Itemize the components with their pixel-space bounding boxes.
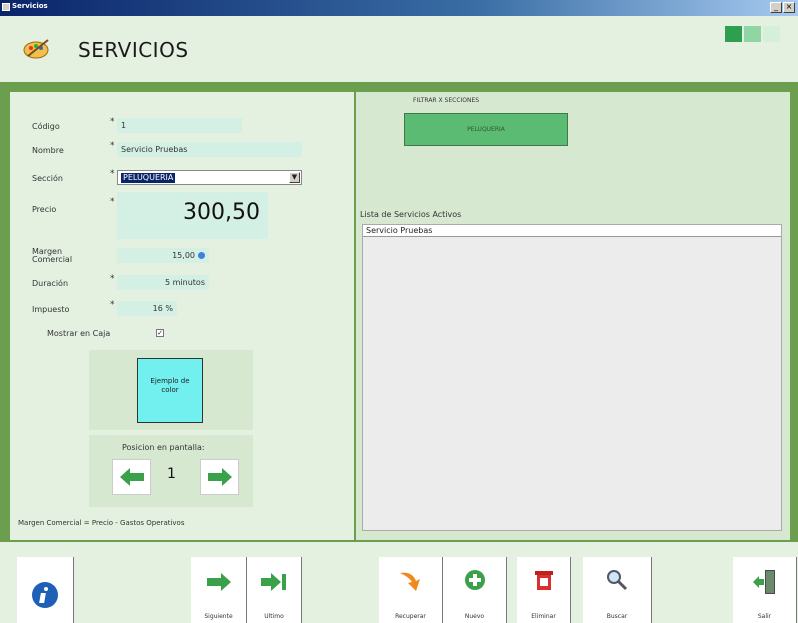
siguiente-caption: Siguiente xyxy=(204,613,233,620)
list-label: Lista de Servicios Activos xyxy=(360,210,462,219)
precio-field[interactable]: 300,50 xyxy=(117,192,268,239)
nuevo-caption: Nuevo xyxy=(464,613,485,620)
salir-button[interactable]: Salir xyxy=(733,557,797,623)
seccion-selected-value: PELUQUERIA xyxy=(121,173,176,183)
impuesto-label: Impuesto xyxy=(32,305,70,314)
recuperar-caption: Recuperar xyxy=(395,613,426,620)
minimize-button[interactable]: _ xyxy=(770,2,782,13)
codigo-label: Código xyxy=(32,122,60,131)
nombre-field[interactable]: Servicio Pruebas xyxy=(117,142,302,157)
impuesto-required-mark: * xyxy=(110,300,115,310)
formula-note: Margen Comercial = Precio - Gastos Opera… xyxy=(18,519,185,527)
duracion-label: Duración xyxy=(32,279,69,288)
arrow-right-icon xyxy=(206,573,231,591)
arrow-left-icon xyxy=(120,468,144,486)
mostrar-caja-checkbox[interactable]: ✓ xyxy=(156,329,164,337)
impuesto-field[interactable]: 16 % xyxy=(117,301,177,316)
add-icon xyxy=(464,570,485,590)
info-icon xyxy=(32,582,58,608)
recuperar-button[interactable]: Recuperar xyxy=(379,557,443,623)
codigo-required-mark: * xyxy=(110,117,115,127)
theme-swatch-1[interactable] xyxy=(725,26,742,42)
margen-field[interactable]: 15,00 xyxy=(117,248,209,263)
exit-door-icon xyxy=(752,570,775,594)
precio-required-mark: * xyxy=(110,197,115,207)
duracion-field[interactable]: 5 minutos xyxy=(117,275,209,290)
mostrar-caja-label: Mostrar en Caja xyxy=(47,329,111,338)
codigo-field[interactable]: 1 xyxy=(117,118,242,133)
header-divider xyxy=(0,82,798,90)
palette-icon xyxy=(23,39,49,59)
eliminar-caption: Eliminar xyxy=(531,613,556,620)
seccion-label: Sección xyxy=(32,174,63,183)
seccion-select[interactable]: PELUQUERIA ▼ xyxy=(117,170,302,185)
buscar-button[interactable]: Buscar xyxy=(583,557,652,623)
trash-icon xyxy=(534,571,553,590)
position-value: 1 xyxy=(167,466,176,482)
buscar-caption: Buscar xyxy=(606,613,628,620)
arrow-right-icon xyxy=(208,468,232,486)
magnifier-icon xyxy=(607,570,628,591)
info-icon[interactable] xyxy=(198,252,205,259)
siguiente-button[interactable]: Siguiente xyxy=(191,557,247,623)
window-icon[interactable] xyxy=(2,3,10,11)
seccion-required-mark: * xyxy=(110,169,115,179)
ultimo-button[interactable]: Ultimo xyxy=(247,557,302,623)
recover-arrow-icon xyxy=(399,572,420,591)
theme-swatch-2[interactable] xyxy=(744,26,761,42)
nombre-label: Nombre xyxy=(32,146,64,155)
list-item[interactable]: Servicio Pruebas xyxy=(363,225,781,237)
color-example-line2: color xyxy=(161,386,179,394)
services-list[interactable]: Servicio Pruebas xyxy=(362,224,782,531)
nuevo-button[interactable]: Nuevo xyxy=(443,557,507,623)
eliminar-button[interactable]: Eliminar xyxy=(517,557,571,623)
color-example-swatch[interactable]: Ejemplo de color xyxy=(137,358,203,423)
nombre-required-mark: * xyxy=(110,141,115,151)
position-prev-button[interactable] xyxy=(112,459,151,495)
header: SERVICIOS xyxy=(0,16,798,82)
ultimo-caption: Ultimo xyxy=(264,613,284,620)
theme-swatch-3[interactable] xyxy=(763,26,780,42)
precio-label: Precio xyxy=(32,205,57,214)
window-title: Servicios xyxy=(12,2,48,10)
page-title: SERVICIOS xyxy=(78,38,189,62)
position-next-button[interactable] xyxy=(200,459,239,495)
color-example-line1: Ejemplo de xyxy=(150,377,190,385)
position-label: Posicion en pantalla: xyxy=(122,443,205,452)
close-button[interactable]: × xyxy=(783,2,795,13)
arrow-last-icon xyxy=(261,573,286,591)
filter-section-button[interactable]: PELUQUERIA xyxy=(404,113,568,146)
chevron-down-icon[interactable]: ▼ xyxy=(289,172,300,183)
salir-caption: Salir xyxy=(757,613,772,620)
info-button[interactable] xyxy=(17,557,74,623)
margen-value: 15,00 xyxy=(172,251,195,260)
window-title-bar: Servicios _ × xyxy=(0,0,798,16)
margen-label-line2: Comercial xyxy=(32,255,73,264)
filter-label: FILTRAR X SECCIONES xyxy=(413,97,480,104)
duracion-required-mark: * xyxy=(110,274,115,284)
